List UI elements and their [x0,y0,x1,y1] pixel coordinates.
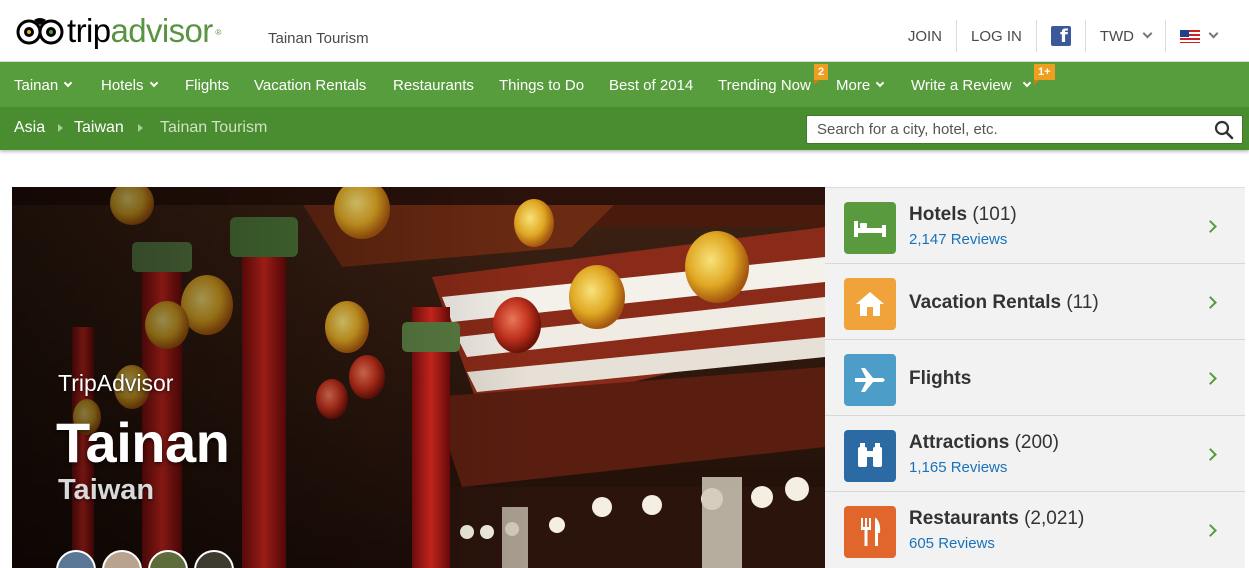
nav-item-vacation-rentals[interactable]: Vacation Rentals [254,62,366,108]
nav-item-things-to-do[interactable]: Things to Do [499,62,584,108]
nav-item-best-of-2014[interactable]: Best of 2014 [609,62,693,108]
chevron-down-icon [149,78,158,88]
page-title: Tainan [56,411,230,474]
nav-item-more[interactable]: More [836,62,885,108]
logo-text-trip: trip [67,12,111,49]
review-count-badge: 1+ [1034,64,1055,85]
nav-label: Vacation Rentals [254,76,367,94]
bed-icon [844,202,896,254]
fork-knife-icon [844,506,896,558]
chevron-right-icon [1204,524,1217,537]
house-icon [844,278,896,330]
category-count: (2,021) [1024,508,1085,529]
airplane-icon [844,354,896,406]
account-links: JOIN LOG IN f TWD [894,20,1231,52]
search-box [806,115,1243,144]
category-restaurants[interactable]: Restaurants (2,021) 605 Reviews [825,492,1245,568]
category-reviews-link[interactable]: 1,165 Reviews [909,459,1007,476]
us-flag-icon [1180,29,1200,43]
search-icon[interactable] [1214,120,1234,140]
category-vacation-rentals[interactable]: Vacation Rentals (11) [825,264,1245,340]
category-count: (200) [1014,432,1059,453]
nav-label: Things to Do [499,76,585,94]
nav-item-write-review[interactable]: Write a Review [911,62,1031,108]
chevron-right-icon [1204,220,1217,233]
breadcrumb-current: Tainan Tourism [160,119,268,136]
category-reviews-link[interactable]: 605 Reviews [909,535,995,552]
owl-eyes-icon [16,16,64,46]
main-nav: Tainan Hotels Flights Vacation Rentals R… [0,62,1249,108]
nav-label: Write a Review [911,76,1012,94]
category-title: Restaurants [909,508,1019,529]
chevron-down-icon [875,78,885,88]
avatar[interactable] [148,550,188,568]
category-title: Hotels [909,204,968,225]
logo-text-advisor: advisor [110,12,213,49]
language-selector[interactable] [1165,20,1231,52]
avatar[interactable] [56,550,96,568]
chevron-down-icon [1022,78,1031,88]
hero-banner: TripAdvisor Tainan Taiwan [12,187,825,568]
top-header: tripadvisor ® Tainan Tourism JOIN LOG IN… [0,0,1249,62]
category-count: (11) [1066,292,1099,313]
chevron-right-icon [1204,296,1217,309]
nav-item-tainan[interactable]: Tainan [14,62,73,108]
nav-label: More [836,76,871,94]
category-attractions[interactable]: Attractions (200) 1,165 Reviews [825,416,1245,492]
breadcrumb-taiwan[interactable]: Taiwan [74,108,124,148]
facebook-button[interactable]: f [1035,20,1085,52]
currency-selector[interactable]: TWD [1084,20,1165,52]
category-title: Attractions [909,432,1010,453]
hero-kicker: TripAdvisor [58,370,174,396]
category-count: (101) [972,204,1017,225]
chevron-down-icon [1208,28,1219,39]
category-reviews-link[interactable]: 2,147 Reviews [909,231,1007,248]
nav-label: Flights [185,76,230,94]
avatar[interactable] [194,550,234,568]
category-list: Hotels (101) 2,147 Reviews Vacation Rent… [825,187,1245,568]
category-title: Vacation Rentals [909,292,1062,313]
breadcrumb-arrow-icon [138,124,143,132]
site-tagline: Tainan Tourism [268,30,369,47]
nav-label: Tainan [14,76,59,94]
breadcrumb-arrow-icon [58,124,63,132]
chevron-down-icon [63,78,73,88]
nav-label: Hotels [101,76,144,94]
search-input[interactable] [807,116,1207,143]
logo-trademark: ® [215,28,221,37]
join-link[interactable]: JOIN [894,20,956,52]
category-title: Flights [909,368,972,389]
contributor-avatars [56,550,240,568]
binoculars-icon [844,430,896,482]
tripadvisor-logo[interactable]: tripadvisor ® [16,12,221,49]
category-flights[interactable]: Flights [825,340,1245,416]
nav-item-flights[interactable]: Flights [185,62,229,108]
nav-item-trending-now[interactable]: Trending Now [718,62,811,108]
nav-label: Best of 2014 [609,76,694,94]
breadcrumb-asia[interactable]: Asia [14,108,45,148]
category-hotels[interactable]: Hotels (101) 2,147 Reviews [825,188,1245,264]
trending-count-badge: 2 [814,64,829,85]
login-link[interactable]: LOG IN [955,20,1036,52]
nav-item-restaurants[interactable]: Restaurants [393,62,474,108]
page-subtitle: Taiwan [58,474,155,506]
nav-label: Restaurants [393,76,474,94]
chevron-down-icon [1142,28,1153,39]
nav-label: Trending Now [718,76,811,94]
chevron-right-icon [1204,448,1217,461]
currency-label: TWD [1099,27,1134,45]
avatar[interactable] [102,550,142,568]
facebook-icon: f [1050,26,1071,46]
nav-item-hotels[interactable]: Hotels [101,62,158,108]
chevron-right-icon [1204,372,1217,385]
